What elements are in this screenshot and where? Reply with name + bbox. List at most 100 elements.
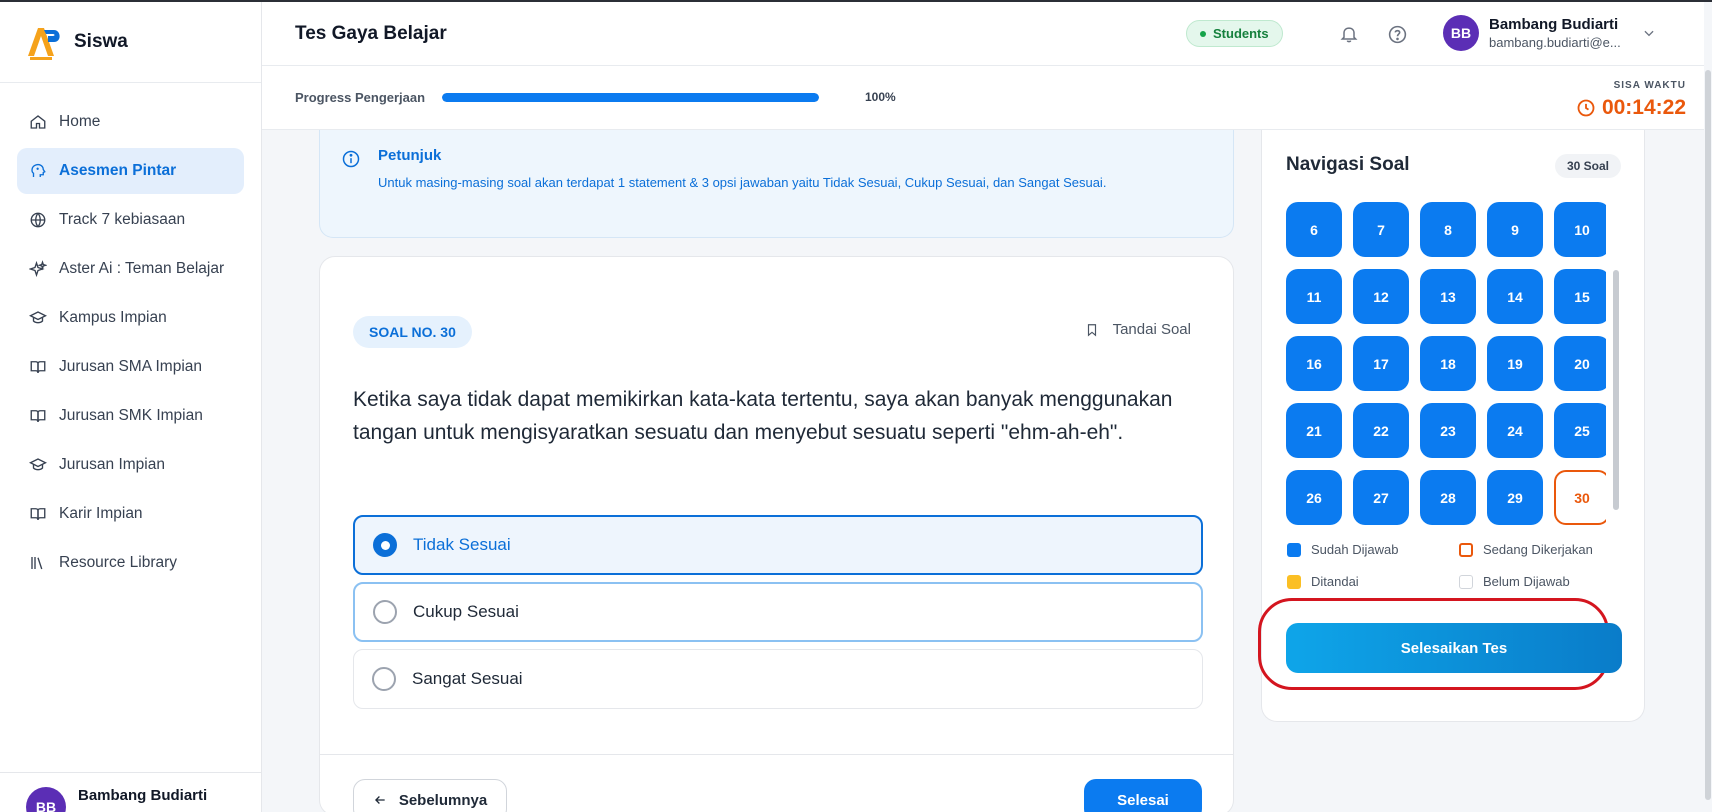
question-nav-cell-6[interactable]: 6 [1286,202,1342,257]
progress-percent: 100% [865,90,896,104]
header-user-menu[interactable]: BB Bambang Budiarti bambang.budiarti@e..… [1443,15,1621,51]
brand[interactable]: Siswa [0,2,261,83]
question-text: Ketika saya tidak dapat memikirkan kata-… [353,388,1173,444]
home-icon [29,113,47,131]
legend-swatch [1287,574,1301,589]
question-nav-cell-25[interactable]: 25 [1554,403,1606,458]
answer-option-label: Cukup Sesuai [413,602,519,621]
sidebar-item-label: Jurusan Impian [59,456,165,473]
sidebar-nav: Home Asesmen Pintar Track 7 kebiasaan As… [0,83,261,586]
info-icon [341,149,361,169]
sidebar-item-aster-ai[interactable]: Aster Ai : Teman Belajar [17,246,244,292]
question-nav-cell-26[interactable]: 26 [1286,470,1342,525]
sidebar-item-jurusan-sma-impian[interactable]: Jurusan SMA Impian [17,344,244,390]
top-header: Tes Gaya Belajar Students BB Bambang Bud… [262,2,1704,66]
bookmark-icon [1087,323,1096,336]
question-count-badge: 30 Soal [1554,154,1621,178]
legend-swatch [1459,542,1473,557]
answer-option-label: Sangat Sesuai [412,669,523,688]
sidebar-item-jurusan-impian[interactable]: Jurusan Impian [17,442,244,488]
progress-label: Progress Pengerjaan [295,90,426,105]
sidebar-item-label: Karir Impian [59,505,143,522]
question-nav-cell-18[interactable]: 18 [1420,336,1476,391]
clock-icon [1577,99,1595,117]
radio-empty-icon [372,667,396,691]
sidebar-item-label: Aster Ai : Teman Belajar [59,260,225,277]
instruction-title: Petunjuk [378,147,442,164]
header-user-name: Bambang Budiarti [1489,16,1619,33]
role-badge-label: Students [1213,26,1269,41]
answer-option-tidak-sesuai[interactable]: Tidak Sesuai [353,515,1203,575]
previous-button[interactable]: Sebelumnya [353,779,507,812]
sidebar-item-label: Resource Library [59,554,178,571]
question-nav-cell-14[interactable]: 14 [1487,269,1543,324]
question-nav-cell-19[interactable]: 19 [1487,336,1543,391]
sidebar-item-jurusan-smk-impian[interactable]: Jurusan SMK Impian [17,393,244,439]
sidebar-item-label: Jurusan SMA Impian [59,358,203,375]
library-icon [29,554,47,572]
open-book-icon [29,358,47,376]
previous-button-label: Sebelumnya [398,791,488,809]
sidebar-item-karir-impian[interactable]: Karir Impian [17,491,244,537]
question-nav-cell-10[interactable]: 10 [1554,202,1606,257]
legend-swatch [1459,574,1473,589]
navigator-title: Navigasi Soal [1286,154,1410,175]
question-number-badge: SOAL NO. 30 [353,316,472,348]
sidebar-item-label: Track 7 kebiasaan [59,211,186,228]
chevron-down-icon[interactable] [1642,26,1656,40]
sidebar-user-name: Bambang Budiarti [78,787,208,804]
legend-in-progress: Sedang Dikerjakan [1459,542,1593,557]
arrow-left-icon [374,796,385,804]
question-nav-cell-15[interactable]: 15 [1554,269,1606,324]
question-nav-cell-7[interactable]: 7 [1353,202,1409,257]
question-nav-cell-9[interactable]: 9 [1487,202,1543,257]
mark-question-button[interactable]: Tandai Soal [1085,321,1191,338]
question-nav-cell-29[interactable]: 29 [1487,470,1543,525]
legend-label: Belum Dijawab [1483,574,1570,589]
sidebar-item-track-7-kebiasaan[interactable]: Track 7 kebiasaan [17,197,244,243]
brand-logo [24,22,64,62]
brand-name: Siswa [74,31,128,52]
legend-marked: Ditandai [1287,574,1359,589]
radio-empty-icon [373,600,397,624]
question-grid: 1234567891011121314151617181920212223242… [1286,202,1606,525]
legend-swatch [1287,542,1301,557]
open-book-icon [29,407,47,425]
legend-answered: Sudah Dijawab [1287,542,1398,557]
question-nav-cell-12[interactable]: 12 [1353,269,1409,324]
open-book-icon [29,505,47,523]
header-user-email: bambang.budiarti@e... [1489,35,1621,50]
sidebar-item-home[interactable]: Home [17,99,244,145]
answer-option-sangat-sesuai[interactable]: Sangat Sesuai [353,649,1203,709]
page-title: Tes Gaya Belajar [295,23,447,44]
timer: 00:14:22 [1576,96,1686,120]
question-nav-cell-17[interactable]: 17 [1353,336,1409,391]
bell-icon[interactable] [1338,23,1360,45]
legend-label: Ditandai [1311,574,1359,589]
submit-test-button[interactable]: Selesaikan Tes [1286,623,1622,673]
question-nav-cell-11[interactable]: 11 [1286,269,1342,324]
question-nav-cell-21[interactable]: 21 [1286,403,1342,458]
sidebar-item-asesmen-pintar[interactable]: Asesmen Pintar [17,148,244,194]
question-nav-cell-16[interactable]: 16 [1286,336,1342,391]
question-nav-cell-24[interactable]: 24 [1487,403,1543,458]
question-nav-cell-23[interactable]: 23 [1420,403,1476,458]
question-nav-cell-30[interactable]: 30 [1554,470,1606,525]
sidebar-user[interactable]: BB Bambang Budiarti [0,772,261,812]
finish-button[interactable]: Selesai [1084,779,1202,812]
page-scrollbar[interactable] [1705,70,1711,800]
status-dot-icon [1200,30,1206,37]
help-icon[interactable] [1386,23,1408,45]
question-nav-cell-27[interactable]: 27 [1353,470,1409,525]
navigator-scrollbar[interactable] [1613,270,1619,510]
sidebar: Siswa Home Asesmen Pintar Track 7 kebias… [0,2,262,812]
question-nav-cell-20[interactable]: 20 [1554,336,1606,391]
sidebar-item-resource-library[interactable]: Resource Library [17,540,244,586]
question-nav-cell-13[interactable]: 13 [1420,269,1476,324]
question-nav-cell-28[interactable]: 28 [1420,470,1476,525]
answer-option-cukup-sesuai[interactable]: Cukup Sesuai [353,582,1203,642]
question-nav-cell-22[interactable]: 22 [1353,403,1409,458]
role-badge: Students [1186,20,1283,47]
sidebar-item-kampus-impian[interactable]: Kampus Impian [17,295,244,341]
question-nav-cell-8[interactable]: 8 [1420,202,1476,257]
